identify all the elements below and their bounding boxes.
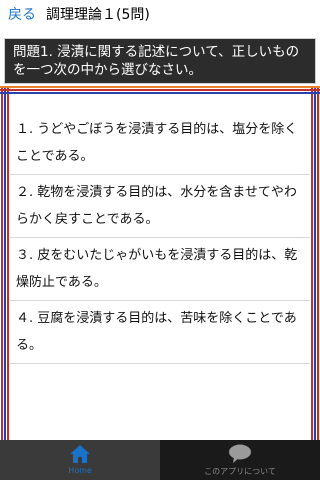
- choice-list: １. うどやごぼうを浸漬する目的は、塩分を除くことである。 ２. 乾物を浸漬する…: [10, 112, 310, 364]
- back-button[interactable]: 戻る: [8, 5, 36, 25]
- choice-option-1[interactable]: １. うどやごぼうを浸漬する目的は、塩分を除くことである。: [10, 112, 310, 175]
- choice-option-4[interactable]: ４. 豆腐を浸漬する目的は、苦味を除くことである。: [10, 301, 310, 364]
- decorative-stripes: [0, 86, 320, 94]
- tab-about-label: このアプリについて: [204, 467, 276, 476]
- question-box: 問題1. 浸漬に関する記述について、正しいものを一つ次の中から選びなさい。: [4, 38, 316, 84]
- speech-bubble-icon: [228, 444, 252, 468]
- choice-option-2[interactable]: ２. 乾物を浸漬する目的は、水分を含ませてやわらかく戻すことである。: [10, 175, 310, 238]
- question-text: 問題1. 浸漬に関する記述について、正しいものを一つ次の中から選びなさい。: [13, 44, 300, 78]
- choice-text: １. うどやごぼうを浸漬する目的は、塩分を除くことである。: [16, 122, 298, 164]
- tab-home-label: Home: [68, 466, 92, 475]
- app-header: 戻る 調理理論１(5問): [0, 0, 320, 36]
- choice-option-3[interactable]: ３. 皮をむいたじゃがいもを浸漬する目的は、乾燥防止である。: [10, 238, 310, 301]
- choice-text: ３. 皮をむいたじゃがいもを浸漬する目的は、乾燥防止である。: [16, 248, 298, 290]
- tab-bar: Home このアプリについて: [0, 440, 320, 480]
- page-title: 調理理論１(5問): [46, 7, 150, 23]
- tab-home[interactable]: Home: [0, 440, 160, 480]
- tab-about[interactable]: このアプリについて: [160, 440, 320, 480]
- choice-text: ４. 豆腐を浸漬する目的は、苦味を除くことである。: [16, 311, 297, 353]
- choice-text: ２. 乾物を浸漬する目的は、水分を含ませてやわらかく戻すことである。: [16, 185, 297, 227]
- home-icon: [69, 444, 91, 468]
